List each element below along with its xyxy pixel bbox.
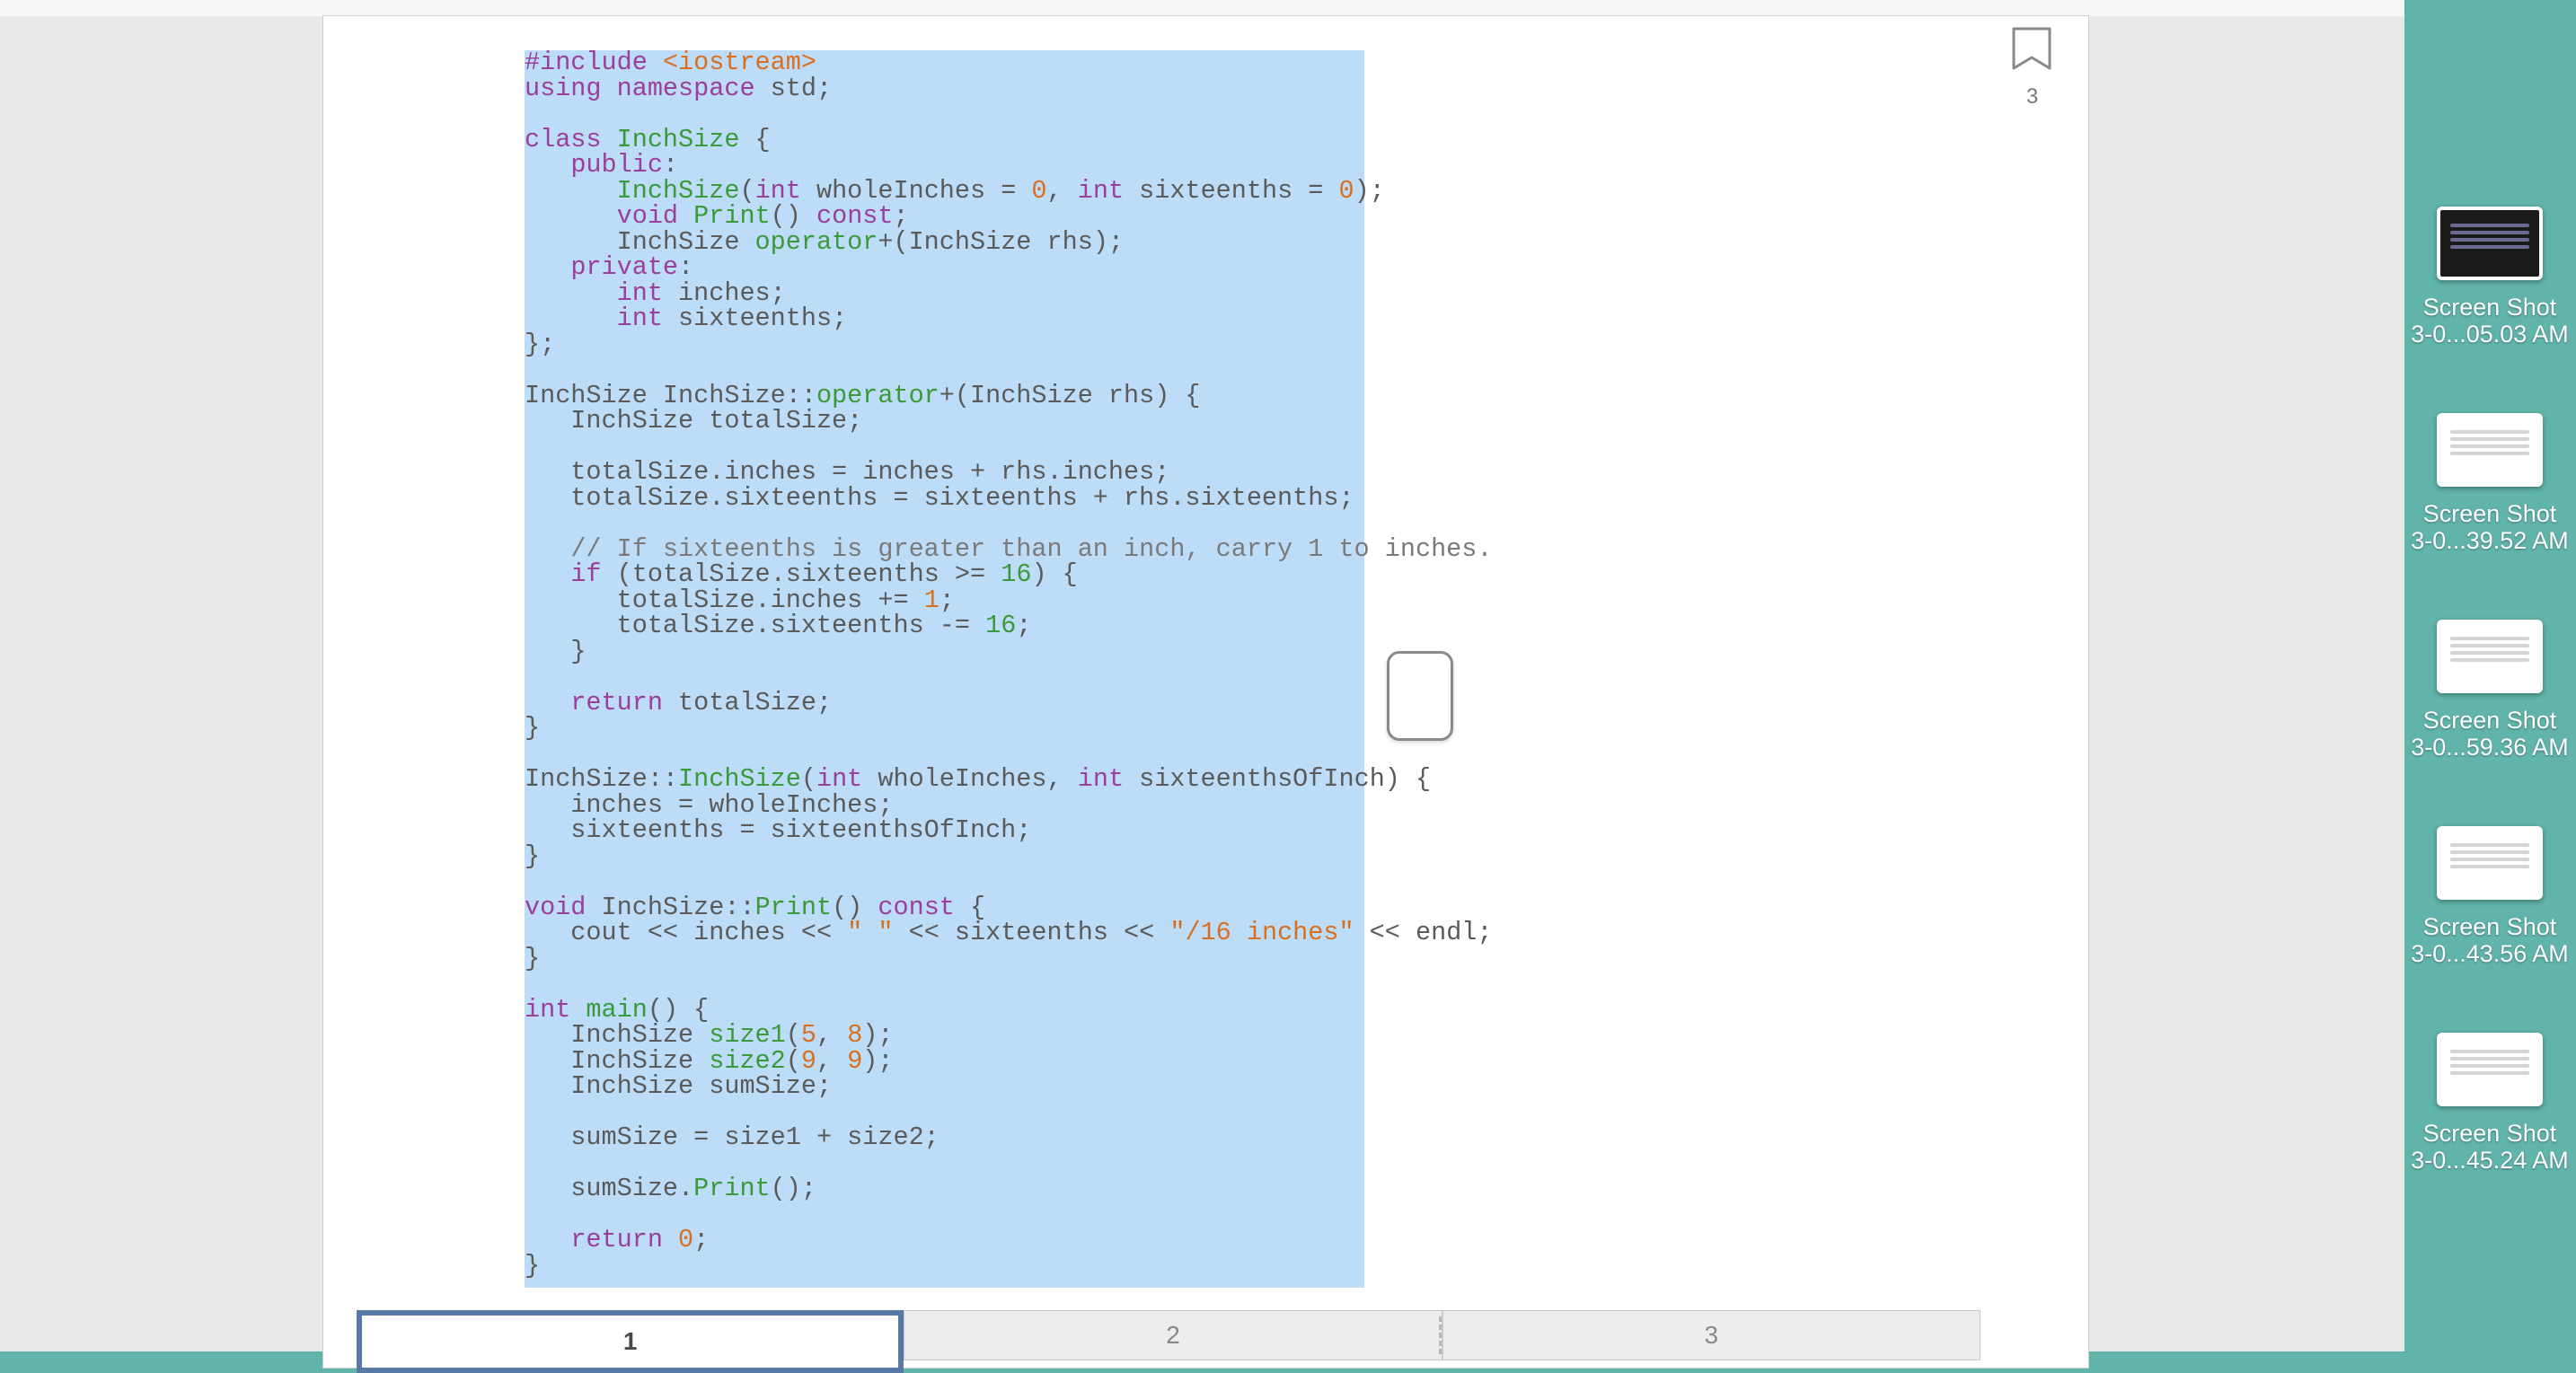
code-line: totalSize.sixteenths -= 16; <box>525 613 1364 639</box>
desktop-file[interactable]: Screen Shot3-0...45.24 AM <box>2400 1033 2576 1174</box>
file-label: Screen Shot <box>2400 1121 2576 1148</box>
file-label: 3-0...05.03 AM <box>2400 321 2576 348</box>
code-line: #include <iostream> <box>525 50 1364 76</box>
code-line: void Print() const; <box>525 204 1364 230</box>
code-line: } <box>525 639 1364 665</box>
code-line <box>525 101 1364 128</box>
code-line: class InchSize { <box>525 128 1364 154</box>
code-line: totalSize.inches += 1; <box>525 588 1364 614</box>
code-line: int inches; <box>525 281 1364 307</box>
code-line <box>525 1151 1364 1177</box>
code-line: cout << inches << " " << sixteenths << "… <box>525 920 1364 946</box>
code-line: InchSize totalSize; <box>525 409 1364 435</box>
step-tab-1[interactable]: 1 <box>357 1310 904 1373</box>
code-line <box>525 435 1364 461</box>
file-label: 3-0...39.52 AM <box>2400 528 2576 555</box>
code-line: InchSize InchSize::operator+(InchSize rh… <box>525 383 1364 409</box>
code-line: private: <box>525 255 1364 281</box>
code-block[interactable]: #include <iostream>using namespace std; c… <box>525 50 1364 1288</box>
file-label: Screen Shot <box>2400 914 2576 941</box>
copy-code-button[interactable] <box>1387 651 1453 741</box>
file-label: Screen Shot <box>2400 295 2576 321</box>
code-line: return totalSize; <box>525 691 1364 717</box>
file-label: Screen Shot <box>2400 708 2576 735</box>
desktop-area: Screen Shot3-0...05.03 AMScreen Shot3-0.… <box>2404 0 2576 1351</box>
file-label: 3-0...43.56 AM <box>2400 941 2576 968</box>
code-line: InchSize::InchSize(int wholeInches, int … <box>525 767 1364 793</box>
code-line: } <box>525 844 1364 870</box>
bookmark-count: 3 <box>2026 84 2038 110</box>
code-line: } <box>525 716 1364 742</box>
code-line: public: <box>525 153 1364 179</box>
browser-viewport: 3 #include <iostream>using namespace std… <box>0 0 2404 1351</box>
code-line: } <box>525 946 1364 973</box>
code-line: InchSize operator+(InchSize rhs); <box>525 230 1364 256</box>
code-line <box>525 1100 1364 1126</box>
code-line: inches = wholeInches; <box>525 793 1364 819</box>
file-thumbnail <box>2437 620 2543 693</box>
file-thumbnail <box>2437 207 2543 280</box>
file-thumbnail <box>2437 413 2543 487</box>
desktop-file[interactable]: Screen Shot3-0...43.56 AM <box>2400 826 2576 967</box>
code-line <box>525 357 1364 383</box>
desktop-file[interactable]: Screen Shot3-0...05.03 AM <box>2400 207 2576 348</box>
code-line: // If sixteenths is greater than an inch… <box>525 537 1364 563</box>
desktop-file[interactable]: Screen Shot3-0...59.36 AM <box>2400 620 2576 761</box>
code-line: sumSize = size1 + size2; <box>525 1125 1364 1151</box>
code-line: InchSize size1(5, 8); <box>525 1023 1364 1049</box>
code-line: sumSize.Print(); <box>525 1176 1364 1202</box>
code-line: using namespace std; <box>525 76 1364 102</box>
step-tabs: 123 <box>357 1310 1981 1368</box>
code-line <box>525 511 1364 537</box>
code-line <box>525 664 1364 691</box>
code-line: int sixteenths; <box>525 306 1364 332</box>
code-line: InchSize size2(9, 9); <box>525 1049 1364 1075</box>
code-line <box>525 1202 1364 1228</box>
content-page: 3 #include <iostream>using namespace std… <box>323 16 2088 1368</box>
code-line: totalSize.inches = inches + rhs.inches; <box>525 460 1364 486</box>
file-label: 3-0...45.24 AM <box>2400 1148 2576 1175</box>
code-line <box>525 972 1364 998</box>
code-line <box>525 869 1364 895</box>
desktop-file[interactable]: Screen Shot3-0...39.52 AM <box>2400 413 2576 554</box>
code-line: sixteenths = sixteenthsOfInch; <box>525 818 1364 844</box>
browser-chrome-strip <box>0 0 2404 17</box>
code-line <box>525 742 1364 768</box>
file-thumbnail <box>2437 826 2543 900</box>
code-line: InchSize(int wholeInches = 0, int sixtee… <box>525 179 1364 205</box>
bookmark-icon[interactable] <box>2012 27 2051 72</box>
code-line: }; <box>525 332 1364 358</box>
file-label: Screen Shot <box>2400 501 2576 528</box>
code-line: return 0; <box>525 1228 1364 1254</box>
step-tab-3[interactable]: 3 <box>1442 1310 1981 1360</box>
file-thumbnail <box>2437 1033 2543 1106</box>
step-tab-2[interactable]: 2 <box>904 1310 1442 1360</box>
code-line: } <box>525 1254 1364 1280</box>
code-line: InchSize sumSize; <box>525 1074 1364 1100</box>
code-line: int main() { <box>525 998 1364 1024</box>
code-line: totalSize.sixteenths = sixteenths + rhs.… <box>525 486 1364 512</box>
code-line: if (totalSize.sixteenths >= 16) { <box>525 562 1364 588</box>
code-line: void InchSize::Print() const { <box>525 895 1364 921</box>
file-label: 3-0...59.36 AM <box>2400 735 2576 761</box>
page-gutter: 3 #include <iostream>using namespace std… <box>0 16 2404 1351</box>
